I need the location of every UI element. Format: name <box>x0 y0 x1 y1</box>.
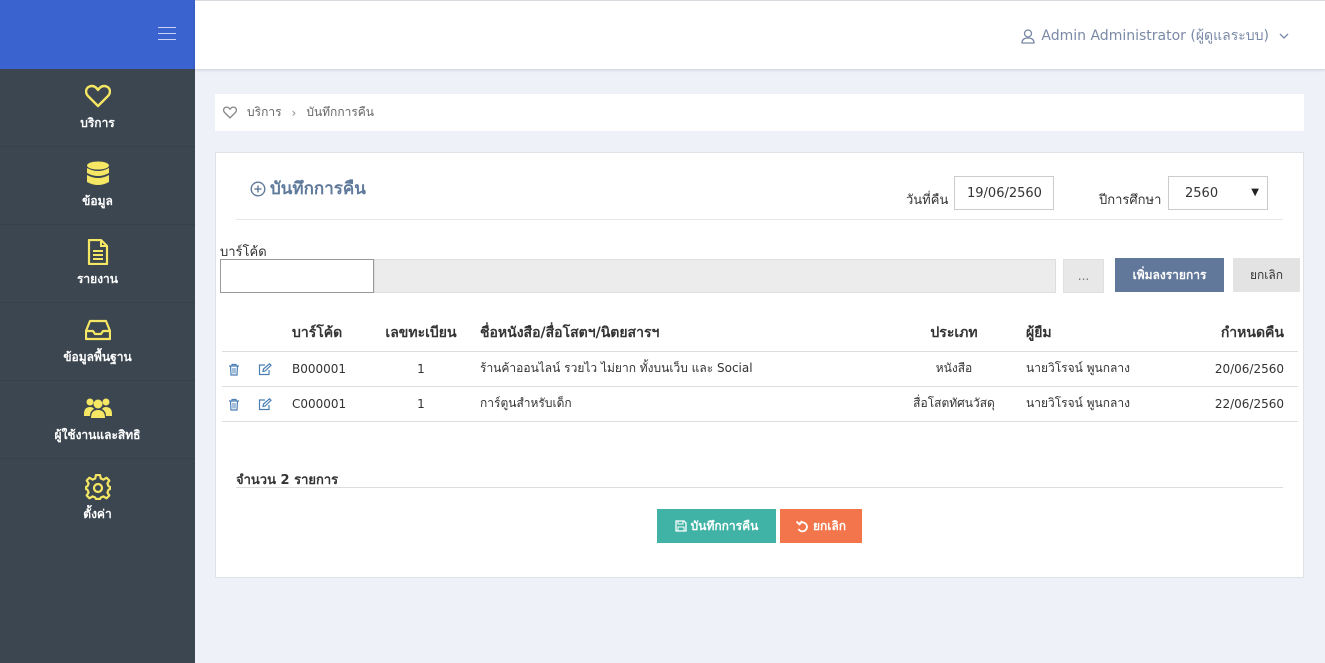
caret-down-icon: ▼ <box>1251 187 1259 198</box>
sidebar-item-services[interactable]: บริการ <box>0 69 195 147</box>
return-date-input[interactable] <box>954 176 1054 210</box>
trash-icon[interactable] <box>228 363 240 376</box>
cell-type: หนังสือ <box>884 351 1024 387</box>
col-actions <box>222 315 292 352</box>
return-date-label: วันที่คืน <box>906 193 949 208</box>
breadcrumb-current: บันทึกการคืน <box>306 105 375 119</box>
cell-barcode: B000001 <box>292 351 376 387</box>
sidebar-item-label: รายงาน <box>76 272 118 286</box>
edit-icon[interactable] <box>258 397 272 411</box>
chevron-down-icon <box>1279 33 1289 39</box>
cell-due: 20/06/2560 <box>1192 351 1298 387</box>
cell-borrower: นายวิโรจน์ พูนกลาง <box>1024 386 1192 422</box>
edit-icon[interactable] <box>258 362 272 376</box>
table-row: B000001 1 ร้านค้าออนไลน์ รวยไว ไม่ยาก ทั… <box>222 351 1298 387</box>
trash-icon[interactable] <box>228 398 240 411</box>
sidebar-item-reports[interactable]: รายงาน <box>0 225 195 303</box>
academic-year-select[interactable]: 2560 ▼ <box>1168 176 1268 210</box>
cell-due: 22/06/2560 <box>1192 386 1298 422</box>
undo-icon <box>795 519 809 533</box>
floppy-disk-icon <box>675 520 687 532</box>
cell-borrower: นายวิโรจน์ พูนกลาง <box>1024 351 1192 387</box>
sidebar-item-label: ข้อมูล <box>82 194 113 208</box>
gear-icon <box>84 473 112 501</box>
sidebar-item-label: ผู้ใช้งานและสิทธิ <box>54 428 141 442</box>
col-barcode: บาร์โค้ด <box>292 315 376 352</box>
cell-title: ร้านค้าออนไลน์ รวยไว ไม่ยาก ทั้งบนเว็บ แ… <box>466 351 884 387</box>
barcode-input[interactable] <box>220 259 374 293</box>
cell-title: การ์ตูนสำหรับเด็ก <box>466 386 884 422</box>
cancel-button[interactable]: ยกเลิก <box>780 509 862 543</box>
page-title: บันทึกการคืน <box>250 175 366 202</box>
table-header-row: บาร์โค้ด เลขทะเบียน ชื่อหนังสือ/สื่อโสตฯ… <box>222 315 1298 352</box>
sidebar-item-master-data[interactable]: ข้อมูลพื้นฐาน <box>0 303 195 381</box>
heart-icon <box>223 106 237 119</box>
sidebar-item-label: ตั้งค่า <box>83 506 112 521</box>
sidebar-item-users[interactable]: ผู้ใช้งานและสิทธิ <box>0 381 195 459</box>
cell-reg-no: 1 <box>376 386 466 422</box>
sidebar-item-label: ข้อมูลพื้นฐาน <box>63 350 132 364</box>
top-bar: Admin Administrator (ผู้ดูแลระบบ) <box>195 0 1325 69</box>
academic-year-label: ปีการศึกษา <box>1099 193 1162 208</box>
user-icon <box>1021 28 1036 44</box>
users-icon <box>83 394 112 422</box>
hamburger-menu-icon[interactable] <box>158 27 176 41</box>
cell-reg-no: 1 <box>376 351 466 387</box>
inbox-icon <box>84 316 112 344</box>
table-row: C000001 1 การ์ตูนสำหรับเด็ก สื่อโสตทัศนว… <box>222 386 1298 422</box>
item-name-field <box>374 259 1056 293</box>
sidebar: บริการ ข้อมูล รายงาน ข้อมูลพื้นฐาน ผู้ใช… <box>0 0 195 663</box>
return-table: บาร์โค้ด เลขทะเบียน ชื่อหนังสือ/สื่อโสตฯ… <box>222 315 1298 422</box>
chevron-right-icon: › <box>291 105 297 120</box>
sidebar-item-data[interactable]: ข้อมูล <box>0 147 195 225</box>
col-reg-no: เลขทะเบียน <box>376 315 466 352</box>
breadcrumb: บริการ › บันทึกการคืน <box>215 94 1304 131</box>
divider <box>236 487 1283 488</box>
database-icon <box>84 160 112 188</box>
sidebar-header <box>0 0 195 69</box>
return-panel: บันทึกการคืน วันที่คืน ปีการศึกษา 2560 ▼… <box>215 152 1304 578</box>
user-menu[interactable]: Admin Administrator (ผู้ดูแลระบบ) <box>1021 25 1289 47</box>
divider <box>236 219 1283 220</box>
browse-button[interactable]: ... <box>1063 259 1104 293</box>
cell-barcode: C000001 <box>292 386 376 422</box>
save-return-button[interactable]: บันทึกการคืน <box>657 509 776 543</box>
sidebar-item-settings[interactable]: ตั้งค่า <box>0 459 195 537</box>
heart-icon <box>84 82 112 110</box>
sidebar-item-label: บริการ <box>80 116 115 130</box>
cell-type: สื่อโสตทัศนวัสดุ <box>884 386 1024 422</box>
col-title: ชื่อหนังสือ/สื่อโสตฯ/นิตยสารฯ <box>466 315 884 352</box>
file-icon <box>84 238 112 266</box>
breadcrumb-home[interactable]: บริการ <box>247 103 282 122</box>
col-type: ประเภท <box>884 315 1024 352</box>
plus-circle-icon <box>250 180 266 197</box>
col-borrower: ผู้ยืม <box>1024 315 1192 352</box>
col-due: กำหนดคืน <box>1192 315 1298 352</box>
cancel-entry-button[interactable]: ยกเลิก <box>1233 258 1300 292</box>
add-to-list-button[interactable]: เพิ่มลงรายการ <box>1115 258 1224 292</box>
user-name: Admin Administrator (ผู้ดูแลระบบ) <box>1041 28 1269 44</box>
